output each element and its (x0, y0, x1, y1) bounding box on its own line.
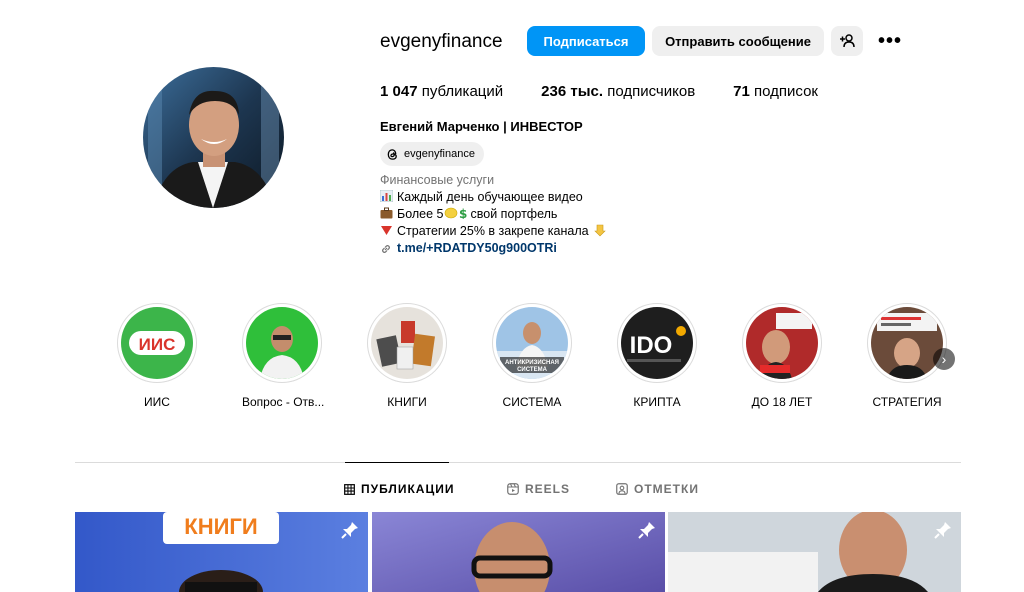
lemon-emoji-icon (444, 207, 457, 219)
highlight-label: ДО 18 ЛЕТ (751, 395, 813, 409)
svg-text:$: $ (459, 207, 467, 219)
highlights-next-button[interactable]: › (933, 348, 955, 370)
followers-label: подписчиков (607, 83, 696, 100)
briefcase-emoji-icon (380, 207, 393, 219)
follow-button[interactable]: Подписаться (527, 26, 645, 56)
posts-stat: 1 047 публикаций (380, 83, 503, 100)
threads-badge[interactable]: evgenyfinance (380, 142, 484, 166)
add-user-button[interactable] (831, 26, 863, 56)
svg-text:ИИС: ИИС (139, 335, 176, 354)
highlight-iis[interactable]: ИИС ИИС (117, 303, 197, 409)
highlight-under18[interactable]: ДО 18 ЛЕТ (742, 303, 822, 409)
threads-icon (387, 148, 397, 160)
reels-icon (507, 483, 519, 495)
post-tile[interactable] (668, 512, 961, 592)
highlight-books[interactable]: КНИГИ (367, 303, 447, 409)
highlight-label: ИИС (144, 395, 170, 409)
bio-line: Каждый день обучающее видео (380, 189, 606, 206)
bio-line: Более 5 $ свой портфель (380, 206, 606, 223)
profile-bio: Финансовые услуги Каждый день обучающее … (380, 172, 606, 257)
highlight-label: КРИПТА (633, 395, 681, 409)
pin-icon (638, 522, 655, 539)
tab-reels[interactable]: REELS (507, 482, 570, 496)
profile-full-name: Евгений Марченко | ИНВЕСТОР (380, 119, 583, 134)
tab-tagged[interactable]: ОТМЕТКИ (616, 482, 699, 496)
svg-text:КНИГИ: КНИГИ (184, 514, 257, 539)
highlight-crypto[interactable]: IDO КРИПТА (617, 303, 697, 409)
followers-count: 236 тыс. (541, 83, 604, 100)
bio-link[interactable]: t.me/+RDATDY50g900OTRi (380, 240, 606, 257)
link-icon (382, 244, 390, 253)
bio-line: Стратегии 25% в закрепе канала (380, 223, 606, 240)
highlight-label: СТРАТЕГИЯ (872, 395, 942, 409)
highlight-qa[interactable]: Вопрос - Отв... (242, 303, 325, 409)
following-count: 71 (733, 83, 750, 100)
tab-label: REELS (525, 482, 571, 496)
highlight-label: Вопрос - Отв... (242, 395, 325, 409)
pin-icon (934, 522, 951, 539)
following-stat[interactable]: 71 подписок (733, 83, 818, 100)
grid-icon (344, 483, 355, 495)
send-message-button[interactable]: Отправить сообщение (652, 26, 824, 56)
posts-count: 1 047 (380, 83, 418, 100)
chevron-right-icon: › (941, 351, 947, 367)
add-user-icon (840, 34, 855, 48)
red-triangle-emoji-icon (381, 226, 392, 235)
more-options-button[interactable]: ••• (872, 26, 908, 56)
highlight-label: КНИГИ (387, 395, 427, 409)
highlight-label: СИСТЕМА (502, 395, 562, 409)
post-tile[interactable]: КНИГИ (75, 512, 368, 592)
more-options-icon: ••• (877, 29, 902, 52)
bio-category: Финансовые услуги (380, 173, 495, 187)
tab-label: ПУБЛИКАЦИИ (361, 482, 455, 496)
active-tab-indicator (345, 462, 449, 463)
post-tile[interactable] (372, 512, 665, 592)
threads-handle: evgenyfinance (404, 148, 475, 160)
pin-icon (341, 522, 358, 539)
svg-text:СИСТЕМА: СИСТЕМА (517, 367, 547, 373)
svg-text:АНТИКРИЗИСНАЯ: АНТИКРИЗИСНАЯ (505, 360, 559, 366)
following-label: подписок (754, 83, 818, 100)
svg-text:IDO: IDO (630, 332, 673, 359)
tabs-divider (75, 462, 961, 463)
highlight-system[interactable]: АНТИКРИЗИСНАЯ СИСТЕМА СИСТЕМА (492, 303, 572, 409)
profile-username: evgenyfinance (380, 31, 503, 52)
pointing-down-emoji-icon (594, 224, 606, 237)
tab-label: ОТМЕТКИ (634, 482, 699, 496)
followers-stat[interactable]: 236 тыс. подписчиков (541, 83, 695, 100)
dollar-emoji-icon: $ (459, 207, 467, 221)
tagged-icon (616, 483, 628, 495)
chart-emoji-icon (380, 190, 393, 202)
profile-avatar[interactable] (143, 67, 284, 208)
tab-posts[interactable]: ПУБЛИКАЦИИ (344, 482, 454, 496)
posts-label: публикаций (421, 83, 504, 100)
profile-stats: 1 047 публикаций 236 тыс. подписчиков 71… (380, 83, 818, 100)
